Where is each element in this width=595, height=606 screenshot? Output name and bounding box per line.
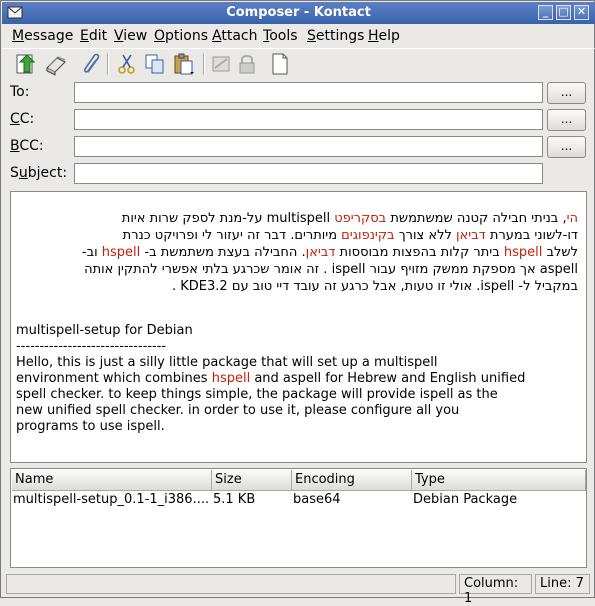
cc-label: CC: — [10, 111, 35, 127]
cc-browse-button[interactable]: ... — [547, 109, 586, 131]
attachment-name: multispell-setup_0.1-1_i386.... — [13, 492, 210, 507]
hebrew-line: במקביל ל- ispell. אולי זו טעות, אבל כרגע… — [172, 279, 578, 294]
composer-window: Composer - Kontact _ □ ✕ Message Edit Vi… — [0, 0, 595, 606]
title-bar[interactable]: Composer - Kontact _ □ ✕ — [2, 2, 595, 24]
menu-message[interactable]: Message — [12, 28, 73, 44]
minimize-icon: _ — [542, 5, 549, 18]
english-heading: multispell-setup for Debian — [16, 323, 193, 338]
to-browse-button[interactable]: ... — [547, 82, 586, 104]
bcc-label: BCC: — [10, 138, 44, 154]
hebrew-line: לשלב hspell ביתר קלות בהפצות מבוססות דבי… — [81, 245, 578, 260]
menu-options[interactable]: Options — [154, 28, 208, 44]
sign-icon — [212, 56, 230, 72]
menu-tools[interactable]: Tools — [263, 28, 298, 44]
attachment-list: Name Size Encoding Type multispell-setup… — [10, 468, 587, 568]
attach-file-icon — [83, 53, 100, 73]
paste-button[interactable] — [172, 52, 196, 76]
send-now-icon — [16, 54, 36, 74]
toolbar-separator — [203, 53, 205, 75]
new-document-button[interactable] — [268, 52, 292, 76]
menu-attach[interactable]: Attach — [212, 28, 257, 44]
column-header-encoding[interactable]: Encoding — [292, 470, 412, 491]
attachment-size: 5.1 KB — [213, 492, 256, 507]
bcc-field[interactable] — [74, 136, 543, 157]
window-title: Composer - Kontact — [226, 5, 371, 20]
english-rule: -------------------------------- — [16, 339, 167, 354]
maximize-button[interactable]: □ — [556, 5, 571, 20]
maximize-icon: □ — [558, 5, 569, 18]
to-label: To: — [10, 84, 30, 100]
hebrew-paragraph: הי, בניתי חבילה קטנה שמשתמשת בסקריפט mul… — [8, 210, 578, 295]
to-field[interactable] — [74, 82, 543, 103]
column-header-name[interactable]: Name — [12, 470, 212, 491]
close-icon: ✕ — [576, 5, 587, 18]
paste-icon — [174, 53, 194, 75]
attachment-encoding: base64 — [293, 492, 341, 507]
attachment-type: Debian Package — [413, 492, 518, 507]
send-later-button[interactable] — [44, 52, 68, 76]
cc-field[interactable] — [74, 109, 543, 130]
toolbar — [2, 48, 595, 79]
english-line: programs to use ispell. — [16, 419, 165, 434]
encrypt-message-button[interactable] — [235, 52, 259, 76]
cut-button[interactable] — [115, 52, 139, 76]
hebrew-line: דו-לשוני במערת דביאן ללא צורך בקינפוגים … — [122, 228, 578, 243]
minimize-button[interactable]: _ — [538, 5, 553, 20]
english-line: Hello, this is just a silly little packa… — [16, 355, 438, 370]
cut-icon — [118, 54, 135, 74]
copy-button[interactable] — [143, 52, 167, 76]
close-button[interactable]: ✕ — [574, 5, 589, 20]
hebrew-line: הי, בניתי חבילה קטנה שמשתמשת בסקריפט mul… — [121, 211, 578, 226]
send-later-icon — [46, 56, 66, 76]
english-line: environment which combines hspell and as… — [16, 371, 526, 386]
status-message — [6, 574, 456, 594]
column-header-type[interactable]: Type — [412, 470, 586, 491]
english-line: spell checker. to keep things simple, th… — [16, 387, 498, 402]
menu-help[interactable]: Help — [368, 28, 400, 44]
menu-edit[interactable]: Edit — [80, 28, 107, 44]
subject-field[interactable] — [74, 163, 543, 184]
message-body-editor[interactable]: הי, בניתי חבילה קטנה שמשתמשת בסקריפט mul… — [10, 191, 587, 463]
attach-file-button[interactable] — [80, 52, 104, 76]
menu-settings[interactable]: Settings — [307, 28, 364, 44]
status-column: Column: 1 — [459, 574, 532, 606]
hebrew-line: aspell אך מספקת ממשק מזויף עבור ispell .… — [84, 262, 578, 277]
english-paragraph: multispell-setup for Debian ------------… — [16, 323, 576, 435]
status-line: Line: 7 — [535, 574, 590, 594]
english-line: new unified spell checker. in order to u… — [16, 403, 460, 418]
menu-view[interactable]: View — [114, 28, 147, 44]
sign-message-button[interactable] — [209, 52, 233, 76]
toolbar-separator — [107, 53, 109, 75]
menu-bar: Message Edit View Options Attach Tools S… — [2, 25, 595, 47]
copy-icon — [145, 54, 164, 74]
send-now-button[interactable] — [14, 52, 38, 76]
column-header-size[interactable]: Size — [212, 470, 292, 491]
new-document-icon — [272, 53, 288, 75]
bcc-browse-button[interactable]: ... — [547, 136, 586, 158]
subject-label: Subject: — [10, 165, 68, 181]
encrypt-icon — [239, 55, 255, 74]
